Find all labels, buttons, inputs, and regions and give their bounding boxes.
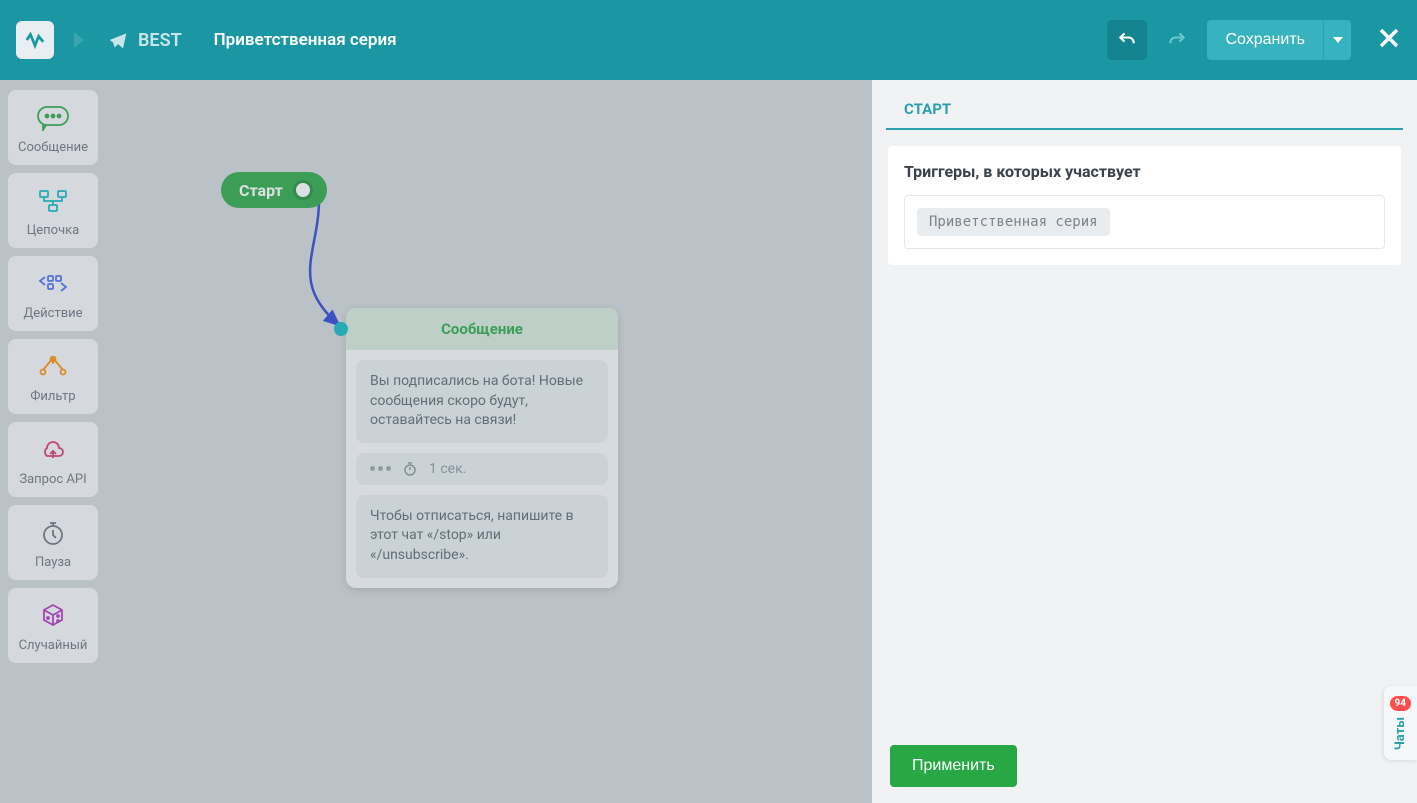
tool-label: Фильтр <box>30 389 75 404</box>
message-node[interactable]: Сообщение Вы подписались на бота! Новые … <box>346 308 618 588</box>
tool-pause[interactable]: Пауза <box>8 505 98 580</box>
trigger-list: Приветственная серия <box>904 195 1385 249</box>
apply-button[interactable]: Применить <box>890 745 1017 787</box>
redo-icon <box>1167 30 1187 50</box>
save-button[interactable]: Сохранить <box>1207 20 1323 60</box>
trigger-tag[interactable]: Приветственная серия <box>917 208 1110 236</box>
chat-tab[interactable]: 94 Чаты <box>1384 686 1417 760</box>
tool-api[interactable]: Запрос API <box>8 422 98 497</box>
bot-indicator[interactable]: BEST <box>108 30 182 51</box>
api-icon <box>39 438 67 462</box>
undo-button[interactable] <box>1107 20 1147 60</box>
toolbox: Сообщение Цепочка Действие Фильтр Запрос… <box>0 80 106 803</box>
save-dropdown[interactable] <box>1323 20 1351 60</box>
tool-label: Пауза <box>35 555 71 570</box>
panel-title: СТАРТ <box>886 80 1403 130</box>
chevron-separator <box>74 32 84 48</box>
message-node-title: Сообщение <box>346 308 618 350</box>
undo-icon <box>1117 30 1137 50</box>
message-block-2: Чтобы отписаться, напишите в этот чат «/… <box>356 495 608 578</box>
redo-button[interactable] <box>1157 20 1197 60</box>
start-node[interactable]: Старт <box>221 172 327 208</box>
filter-icon <box>38 356 68 378</box>
stopwatch-icon <box>403 462 417 476</box>
bot-name: BEST <box>138 30 182 51</box>
pause-icon <box>40 520 66 546</box>
tool-chain[interactable]: Цепочка <box>8 173 98 248</box>
chevron-down-icon <box>1333 37 1343 43</box>
typing-icon <box>370 466 391 471</box>
tool-label: Действие <box>23 306 82 321</box>
chain-icon <box>38 189 68 213</box>
properties-panel: СТАРТ Триггеры, в которых участвует Прив… <box>872 80 1417 803</box>
tool-action[interactable]: Действие <box>8 256 98 331</box>
close-button[interactable] <box>1377 26 1401 54</box>
section-title: Триггеры, в которых участвует <box>904 162 1385 181</box>
topbar: BEST Приветственная серия Сохранить <box>0 0 1417 80</box>
tool-label: Сообщение <box>18 140 88 155</box>
telegram-icon <box>108 30 128 50</box>
tool-label: Цепочка <box>27 223 80 238</box>
logo[interactable] <box>16 21 54 59</box>
message-icon <box>36 105 70 131</box>
start-output-port[interactable] <box>293 180 313 200</box>
timing-text: 1 сек. <box>429 461 466 477</box>
message-block-1: Вы подписались на бота! Новые сообщения … <box>356 360 608 443</box>
triggers-section: Триггеры, в которых участвует Приветстве… <box>888 146 1401 265</box>
start-label: Старт <box>239 181 283 200</box>
message-timing: 1 сек. <box>356 453 608 485</box>
random-icon <box>40 603 66 629</box>
tool-label: Запрос API <box>19 472 86 487</box>
chat-badge: 94 <box>1390 696 1411 711</box>
chat-label: Чаты <box>1393 717 1408 750</box>
tool-label: Случайный <box>19 638 88 653</box>
series-title: Приветственная серия <box>214 30 397 50</box>
message-input-port[interactable] <box>334 322 348 336</box>
tool-message[interactable]: Сообщение <box>8 90 98 165</box>
close-icon <box>1377 26 1401 50</box>
tool-filter[interactable]: Фильтр <box>8 339 98 414</box>
action-icon <box>38 274 68 294</box>
tool-random[interactable]: Случайный <box>8 588 98 663</box>
